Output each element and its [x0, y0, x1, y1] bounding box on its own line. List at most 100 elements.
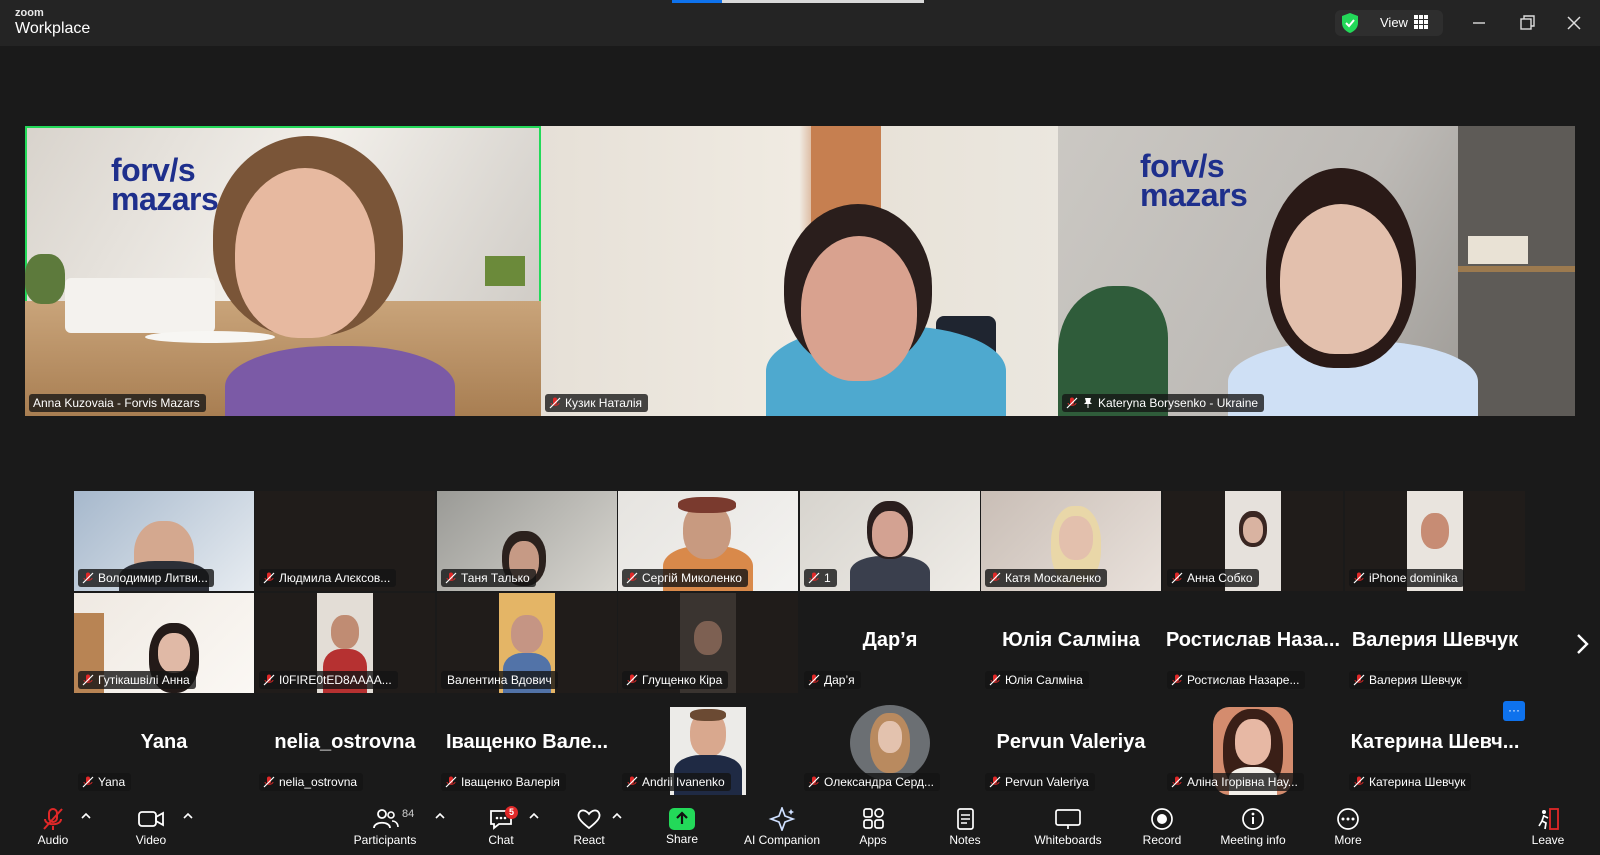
gallery-tile[interactable]: Катерина Шевч... Катерина Шевчук	[1345, 695, 1525, 795]
participant-name: Ростислав Назаре...	[1187, 673, 1300, 687]
participant-name: Pervun Valeriya	[1005, 775, 1089, 789]
apps-button[interactable]: Apps	[851, 797, 895, 855]
view-label[interactable]: View	[1380, 15, 1408, 30]
participants-button[interactable]: Participants	[348, 797, 422, 855]
speaker-name-text: Anna Kuzovaia - Forvis Mazars	[33, 396, 200, 410]
video-camera-icon	[138, 811, 164, 827]
react-button[interactable]: React	[566, 797, 612, 855]
participant-name-label: I0FIRE0tED8AAAA...	[259, 671, 398, 689]
participant-name-label: Yana	[78, 773, 132, 791]
gallery-tile[interactable]: Гутікашвілі Анна	[74, 593, 254, 693]
participant-name-label: Катя Москаленко	[985, 569, 1108, 587]
participant-name-label: Ростислав Назаре...	[1167, 671, 1306, 689]
participant-name: Валентина Вдович	[447, 673, 552, 687]
gallery-tile[interactable]: Дар’я Дар’я	[800, 593, 980, 693]
mic-muted-icon	[989, 572, 1001, 584]
record-label: Record	[1142, 833, 1182, 847]
gallery-tile[interactable]: Валерия Шевчук Валерия Шевчук	[1345, 593, 1525, 693]
mic-muted-icon	[1066, 397, 1078, 409]
participant-name-label: Валентина Вдович	[441, 671, 558, 689]
gallery-tile[interactable]: Pervun Valeriya Pervun Valeriya	[981, 695, 1161, 795]
mic-muted-icon	[263, 776, 275, 788]
record-button[interactable]: Record	[1139, 797, 1185, 855]
chat-options-caret-icon[interactable]	[528, 811, 540, 821]
gallery-tile[interactable]: Анна Собко	[1163, 491, 1343, 591]
meeting-toolbar: Audio Video Participants 84 Chat 5 React…	[0, 797, 1600, 855]
participants-options-caret-icon[interactable]	[434, 811, 446, 821]
participant-name: Катерина Шевчук	[1369, 775, 1466, 789]
share-screen-icon	[669, 808, 695, 830]
mic-muted-icon	[808, 572, 820, 584]
share-button[interactable]: Share	[659, 797, 705, 855]
participants-icon	[373, 809, 399, 829]
gallery-tile[interactable]: Валентина Вдович	[437, 593, 617, 693]
gallery-tile[interactable]: Глущенко Кіра	[618, 593, 798, 693]
gallery-tile[interactable]: Людмила Алєксов...	[255, 491, 435, 591]
participant-name: Дар’я	[824, 673, 855, 687]
video-tile-speaker-1[interactable]: forv/s mazars Anna Kuzovaia - Forvis Maz…	[25, 126, 541, 416]
next-page-chevron-icon[interactable]	[1572, 632, 1592, 656]
mic-muted-icon	[1171, 674, 1183, 686]
more-button[interactable]: More	[1326, 797, 1370, 855]
gallery-tile[interactable]: Сергій Миколенко	[618, 491, 798, 591]
video-tile-speaker-2[interactable]: Кузик Наталія	[541, 126, 1058, 416]
gallery-tile[interactable]: Катя Москаленко	[981, 491, 1161, 591]
gallery-tile[interactable]: Олександра Серд...	[800, 695, 980, 795]
tile-more-options-button[interactable]: ···	[1503, 701, 1525, 721]
video-tile-speaker-3[interactable]: forv/s mazars Kateryna Borysenko - Ukrai…	[1058, 126, 1575, 416]
leave-button[interactable]: Leave	[1526, 797, 1570, 855]
participant-name: Гутікашвілі Анна	[98, 673, 190, 687]
leave-door-icon	[1538, 808, 1559, 830]
participant-name: I0FIRE0tED8AAAA...	[279, 673, 392, 687]
mic-muted-icon	[82, 572, 94, 584]
participant-display-name: Валерия Шевчук	[1351, 629, 1519, 651]
mic-muted-icon	[43, 808, 63, 830]
mic-muted-icon	[626, 674, 638, 686]
participant-name-label: Юлія Салміна	[985, 671, 1089, 689]
close-icon[interactable]	[1563, 12, 1585, 34]
whiteboards-button[interactable]: Whiteboards	[1030, 797, 1106, 855]
react-options-caret-icon[interactable]	[611, 811, 623, 821]
encryption-shield-icon[interactable]	[1340, 12, 1360, 34]
gallery-tile[interactable]: Ростислав Наза... Ростислав Назаре...	[1163, 593, 1343, 693]
participant-name: Анна Собко	[1187, 571, 1253, 585]
participant-display-name: nelia_ostrovna	[274, 731, 416, 753]
participant-face	[235, 168, 375, 338]
gallery-tile[interactable]: I0FIRE0tED8AAAA...	[255, 593, 435, 693]
gallery-tile[interactable]: nelia_ostrovna nelia_ostrovna	[255, 695, 435, 795]
gallery-tile[interactable]: Юлія Салміна Юлія Салміна	[981, 593, 1161, 693]
video-label: Video	[135, 833, 167, 847]
notes-button[interactable]: Notes	[943, 797, 987, 855]
gallery-tile[interactable]: iPhone dominika	[1345, 491, 1525, 591]
gallery-tile[interactable]: Іващенко Вале... Іващенко Валерія	[437, 695, 617, 795]
meeting-info-button[interactable]: Meeting info	[1215, 797, 1291, 855]
mic-muted-icon	[1353, 776, 1365, 788]
gallery-tile[interactable]: Andrii Ivanenko	[618, 695, 798, 795]
audio-options-caret-icon[interactable]	[80, 811, 92, 821]
heart-icon	[577, 809, 601, 830]
participant-name: nelia_ostrovna	[279, 775, 358, 789]
apps-icon	[863, 808, 884, 829]
chat-button[interactable]: Chat	[478, 797, 524, 855]
grid-view-icon[interactable]	[1414, 15, 1428, 29]
participant-name: Олександра Серд...	[824, 775, 934, 789]
participant-name: Валерия Шевчук	[1369, 673, 1462, 687]
participant-name: Andrii Ivanenko	[642, 775, 725, 789]
gallery-tile[interactable]: Таня Талько	[437, 491, 617, 591]
gallery-tile[interactable]: Yana Yana	[74, 695, 254, 795]
participant-name-label: Гутікашвілі Анна	[78, 671, 196, 689]
gallery-tile[interactable]: 1	[800, 491, 980, 591]
video-options-caret-icon[interactable]	[182, 811, 194, 821]
minimize-icon[interactable]	[1468, 12, 1490, 34]
more-ellipsis-icon	[1337, 808, 1359, 830]
gallery-tile[interactable]: Аліна Ігорівна Нау...	[1163, 695, 1343, 795]
ai-companion-button[interactable]: AI Companion	[740, 797, 824, 855]
audio-button[interactable]: Audio	[28, 797, 78, 855]
restore-icon[interactable]	[1516, 12, 1538, 34]
chat-unread-badge: 5	[505, 806, 519, 819]
gallery-tile[interactable]: Володимир Литви...	[74, 491, 254, 591]
notes-icon	[957, 808, 974, 830]
pin-icon	[1084, 398, 1092, 408]
video-button[interactable]: Video	[126, 797, 176, 855]
brand-logo-3: forv/s mazars	[1140, 150, 1248, 211]
